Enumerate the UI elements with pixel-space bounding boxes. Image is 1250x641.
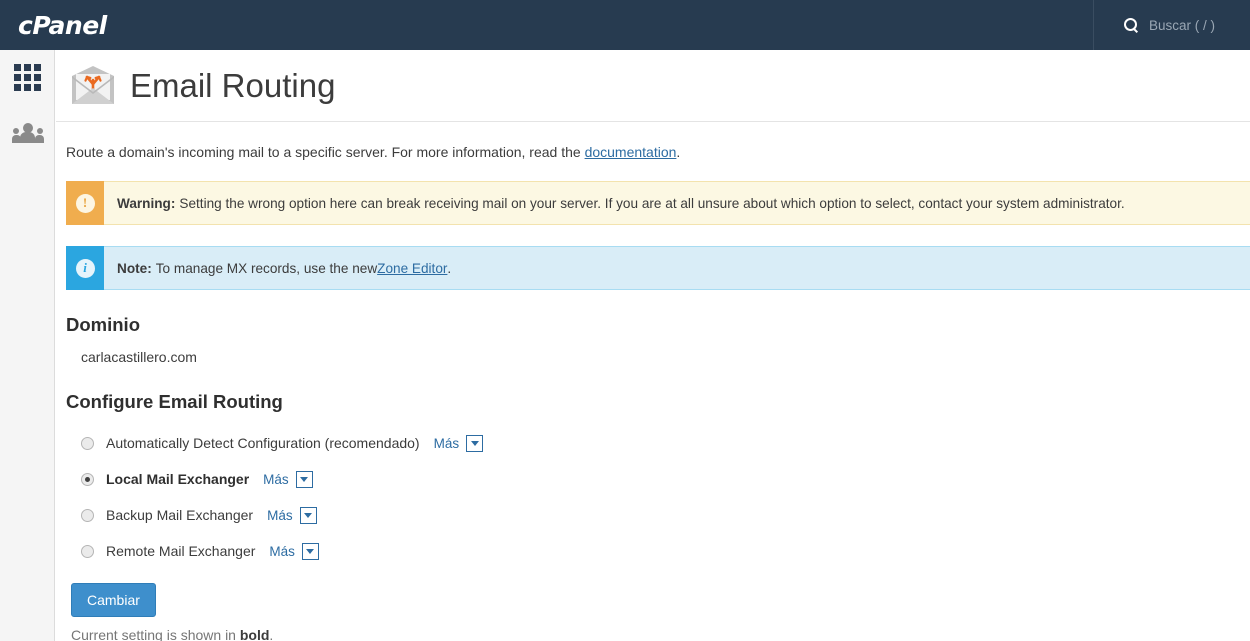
cpanel-logo[interactable]: cPanel [18,11,107,40]
change-button[interactable]: Cambiar [71,583,156,617]
radio-label-remote-mail-exchanger: Remote Mail Exchanger [106,543,256,559]
radio-auto-detect[interactable] [81,436,94,450]
footnote-prefix: Current setting is shown in [71,627,240,641]
radio-row-remote-mail-exchanger[interactable]: Remote Mail Exchanger Más [81,541,1250,561]
grid-apps-icon [13,63,42,92]
note-label: Note: [117,260,152,276]
page-title: Email Routing [130,66,336,104]
zone-editor-link[interactable]: Zone Editor [377,261,447,276]
intro-suffix: . [676,144,681,160]
chevron-down-icon-remote-mail-exchanger[interactable] [301,542,319,560]
radio-remote-mail-exchanger[interactable] [81,544,94,558]
chevron-down-icon-auto-detect[interactable] [466,434,484,452]
domain-heading: Dominio [66,314,140,335]
search-icon[interactable] [1124,17,1139,33]
warning-text: Setting the wrong option here can break … [179,195,1125,211]
top-navigation-bar: cPanel Buscar ( / ) [0,0,1250,50]
chevron-down-icon-local-mail-exchanger[interactable] [295,470,313,488]
sidebar-item-apps-grid[interactable] [0,50,55,105]
exclamation-glyph: ! [75,193,95,213]
note-text-before: To manage MX records, use the new [155,260,378,276]
page-header: Email Routing [56,50,1250,122]
warning-label: Warning: [117,195,176,211]
left-sidebar [0,50,55,641]
email-routing-radio-group: Automatically Detect Configuration (reco… [66,433,1250,561]
radio-row-local-mail-exchanger[interactable]: Local Mail Exchanger Más [81,469,1250,489]
radio-local-mail-exchanger[interactable] [81,472,94,486]
note-text-after: . [447,260,452,276]
more-link-backup-mail-exchanger[interactable]: Más [267,508,293,523]
radio-row-auto-detect[interactable]: Automatically Detect Configuration (reco… [81,433,1250,453]
documentation-link[interactable]: documentation [585,144,677,160]
intro-prefix: Route a domain's incoming mail to a spec… [66,144,585,160]
warning-alert: ! Warning: Setting the wrong option here… [66,181,1250,225]
domain-value: carlacastillero.com [81,349,197,365]
radio-backup-mail-exchanger[interactable] [81,508,94,522]
footnote-text: Current setting is shown in bold. [71,627,1250,641]
sidebar-item-user-manager[interactable] [0,105,55,160]
chevron-down-icon-backup-mail-exchanger[interactable] [299,506,317,524]
note-alert-body: Note: To manage MX records, use the new … [104,246,1250,290]
main-content: Email Routing Route a domain's incoming … [56,50,1250,641]
content-body: Route a domain's incoming mail to a spec… [56,144,1250,641]
note-alert: i Note: To manage MX records, use the ne… [66,246,1250,290]
footnote-suffix: . [269,627,274,641]
radio-label-local-mail-exchanger: Local Mail Exchanger [106,471,250,487]
radio-label-backup-mail-exchanger: Backup Mail Exchanger [106,507,254,523]
more-link-remote-mail-exchanger[interactable]: Más [269,544,295,559]
radio-label-auto-detect: Automatically Detect Configuration (reco… [106,435,420,451]
warning-alert-body: Warning: Setting the wrong option here c… [104,181,1250,225]
footnote-bold: bold [239,627,270,641]
more-link-auto-detect[interactable]: Más [434,436,460,451]
configure-heading: Configure Email Routing [66,391,283,412]
info-icon: i [66,246,104,290]
search-box[interactable]: Buscar ( / ) [1093,0,1250,50]
email-routing-envelope-icon [66,64,120,108]
more-link-local-mail-exchanger[interactable]: Más [263,472,289,487]
users-icon [11,122,44,143]
radio-row-backup-mail-exchanger[interactable]: Backup Mail Exchanger Más [81,505,1250,525]
exclamation-icon: ! [66,181,104,225]
search-input[interactable]: Buscar ( / ) [1149,18,1215,33]
info-glyph: i [75,258,95,278]
intro-text: Route a domain's incoming mail to a spec… [66,144,1250,160]
